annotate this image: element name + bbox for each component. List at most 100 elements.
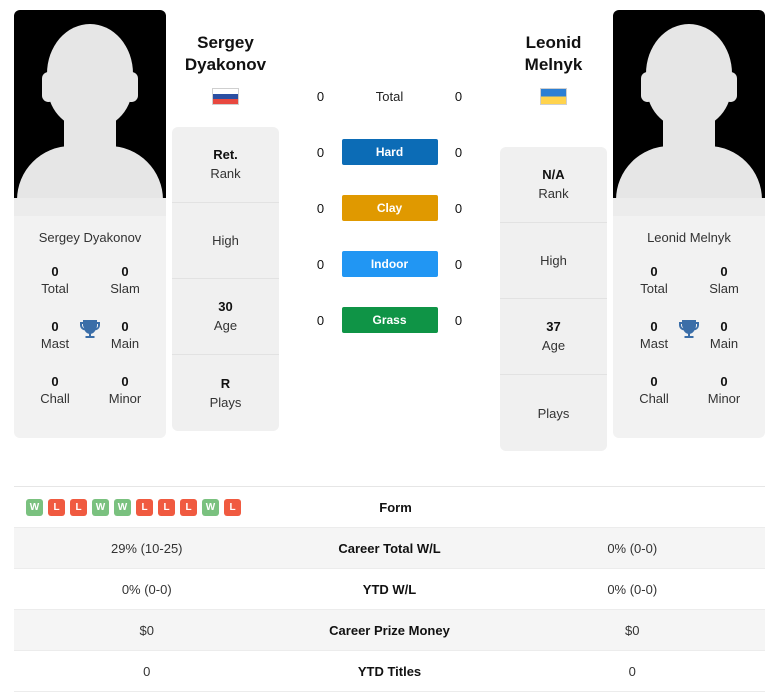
left-player-heading: Sergey Dyakonov — [172, 10, 279, 105]
info-high-label: High — [540, 253, 567, 268]
title-total-label: Total — [41, 281, 69, 296]
surface-row-indoor: 0 Indoor 0 — [285, 236, 494, 292]
right-player-titles-grid: 0 Total 0 Slam 0 Mast 0 Main 0 Chall 0 M… — [613, 257, 765, 438]
ytd-wl-left: 0% (0-0) — [121, 581, 172, 597]
form-badge-loss[interactable]: L — [70, 498, 87, 516]
surface-hard-right-value: 0 — [454, 144, 463, 160]
left-player-card-name: Sergey Dyakonov — [38, 230, 142, 245]
info-rank-value: N/A — [542, 167, 565, 182]
info-age: 37 Age — [500, 299, 607, 375]
left-player-name-line2: Dyakonov — [184, 55, 267, 74]
info-high: High — [172, 203, 279, 279]
form-badge-loss[interactable]: L — [180, 498, 197, 516]
info-plays-label: Plays — [537, 405, 570, 421]
right-player-card-name: Leonid Melnyk — [647, 230, 731, 245]
comparison-stats-table: WLLWWLLLWL Form 29% (10-25) Career Total… — [14, 486, 765, 692]
ukraine-flag-icon — [540, 88, 567, 105]
form-badge-win[interactable]: W — [114, 498, 131, 516]
title-minor: 0 Minor — [689, 367, 759, 422]
surface-clay-left-value: 0 — [316, 200, 325, 216]
player-comparison-header: Sergey Dyakonov 0 Total 0 Slam 0 Mast 0 … — [0, 0, 779, 478]
career-total-wl-right: 0% (0-0) — [607, 540, 658, 556]
avatar-ear-left-icon — [42, 72, 55, 102]
title-chall-value: 0 — [51, 374, 59, 389]
form-badge-loss[interactable]: L — [158, 498, 175, 516]
info-plays: R Plays — [172, 355, 279, 431]
stat-label-ytd-wl: YTD W/L — [362, 581, 417, 597]
photo-fade — [613, 198, 765, 216]
title-total-value: 0 — [51, 264, 59, 279]
info-rank-label: Rank — [538, 186, 569, 201]
form-badge-loss[interactable]: L — [224, 498, 241, 516]
right-player-info-column: Leonid Melnyk N/A Rank High 37 Age Plays — [494, 10, 613, 451]
left-player-card[interactable]: Sergey Dyakonov 0 Total 0 Slam 0 Mast 0 … — [14, 10, 166, 438]
table-row: 29% (10-25) Career Total W/L 0% (0-0) — [14, 528, 765, 569]
surface-total-label: Total — [375, 88, 404, 104]
title-total-label: Total — [640, 281, 668, 296]
right-player-heading: Leonid Melnyk — [500, 10, 607, 105]
surface-clay-badge[interactable]: Clay — [341, 195, 438, 221]
info-plays-label: Plays — [209, 394, 242, 410]
career-prize-money-left: $0 — [139, 622, 154, 638]
title-chall: 0 Chall — [20, 367, 90, 422]
title-slam: 0 Slam — [689, 257, 759, 312]
surface-grass-left-value: 0 — [316, 312, 325, 328]
form-badges-cell: WLLWWLLLWL — [14, 498, 286, 516]
title-slam-label: Slam — [110, 281, 140, 296]
left-player-titles-grid: 0 Total 0 Slam 0 Mast 0 Main 0 Chall 0 M… — [14, 257, 166, 438]
title-chall: 0 Chall — [619, 367, 689, 422]
right-player-card[interactable]: Leonid Melnyk 0 Total 0 Slam 0 Mast 0 Ma… — [613, 10, 765, 438]
table-row: 0% (0-0) YTD W/L 0% (0-0) — [14, 569, 765, 610]
title-chall-label: Chall — [639, 391, 669, 406]
form-badge-win[interactable]: W — [26, 498, 43, 516]
surface-hard-left-value: 0 — [316, 144, 325, 160]
surface-indoor-badge[interactable]: Indoor — [341, 251, 438, 277]
surface-hard-badge[interactable]: Hard — [341, 139, 438, 165]
title-minor-value: 0 — [720, 374, 728, 389]
title-minor-label: Minor — [707, 391, 741, 406]
title-minor-value: 0 — [121, 374, 129, 389]
avatar-ear-left-icon — [641, 72, 654, 102]
russia-flag-icon — [212, 88, 239, 105]
ytd-wl-right: 0% (0-0) — [607, 581, 658, 597]
right-player-name-line1: Leonid — [525, 33, 582, 52]
title-slam: 0 Slam — [90, 257, 160, 312]
info-rank-value: Ret. — [213, 147, 238, 162]
title-minor: 0 Minor — [90, 367, 160, 422]
title-minor-label: Minor — [108, 391, 142, 406]
form-badge-loss[interactable]: L — [136, 498, 153, 516]
info-high-label: High — [212, 233, 239, 248]
title-chall-value: 0 — [650, 374, 658, 389]
surface-total-left-value: 0 — [316, 88, 325, 104]
info-plays: Plays — [500, 375, 607, 451]
right-player-name-line2: Melnyk — [524, 55, 583, 74]
table-row: $0 Career Prize Money $0 — [14, 610, 765, 651]
photo-fade — [14, 198, 166, 216]
title-total: 0 Total — [619, 257, 689, 312]
title-total: 0 Total — [20, 257, 90, 312]
surface-comparison-column: 0 Total 0 0 Hard 0 0 Clay 0 0 Indoor 0 0… — [285, 10, 494, 348]
form-badge-win[interactable]: W — [92, 498, 109, 516]
form-badge-loss[interactable]: L — [48, 498, 65, 516]
surface-grass-badge[interactable]: Grass — [341, 307, 438, 333]
form-badge-list: WLLWWLLLWL — [26, 498, 286, 516]
form-badge-win[interactable]: W — [202, 498, 219, 516]
trophy-icon — [679, 320, 699, 338]
info-rank: N/A Rank — [500, 147, 607, 223]
surface-row-clay: 0 Clay 0 — [285, 180, 494, 236]
surface-indoor-left-value: 0 — [316, 256, 325, 272]
info-age-value: 30 — [218, 299, 233, 314]
stat-label-ytd-titles: YTD Titles — [357, 663, 422, 679]
info-rank: Ret. Rank — [172, 127, 279, 203]
avatar-ear-right-icon — [125, 72, 138, 102]
left-player-name-line1: Sergey — [197, 33, 254, 52]
right-player-info-card: N/A Rank High 37 Age Plays — [500, 147, 607, 451]
left-player-info-column: Sergey Dyakonov Ret. Rank High 30 Age R … — [166, 10, 285, 431]
title-slam-value: 0 — [720, 264, 728, 279]
ytd-titles-left: 0 — [143, 663, 151, 679]
info-high: High — [500, 223, 607, 299]
surface-total-right-value: 0 — [454, 88, 463, 104]
title-slam-value: 0 — [121, 264, 129, 279]
avatar-ear-right-icon — [724, 72, 737, 102]
table-row: 0 YTD Titles 0 — [14, 651, 765, 692]
